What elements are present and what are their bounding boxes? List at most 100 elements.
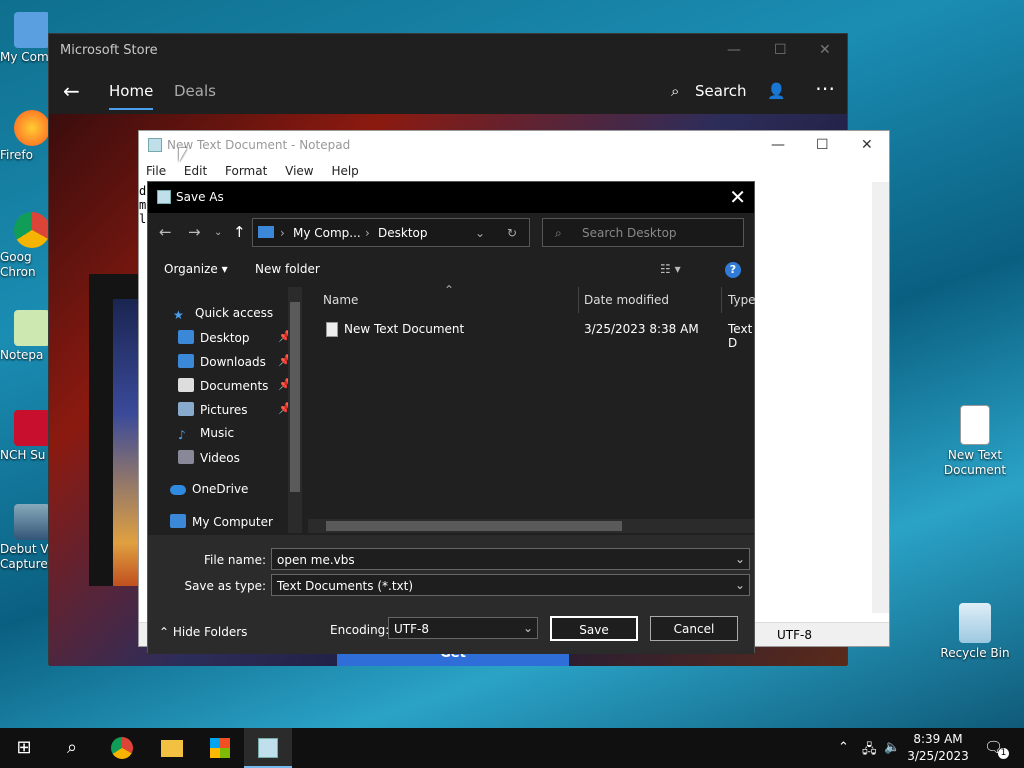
store-nav-bar: ← Home Deals ⌕ Search 👤 ⋯	[49, 68, 847, 114]
file-name: New Text Document	[344, 322, 465, 336]
hide-folders-button[interactable]: ⌃ Hide Folders	[159, 625, 247, 639]
tab-home[interactable]: Home	[109, 82, 154, 110]
store-icon[interactable]	[196, 728, 244, 768]
encoding-label: Encoding:	[330, 623, 390, 637]
videos-icon	[178, 450, 194, 464]
address-bar[interactable]: › My Comp... › Desktop ⌄ ↻	[252, 218, 530, 247]
up-arrow-icon[interactable]: ↑	[233, 223, 246, 241]
menu-view[interactable]: View	[285, 164, 313, 178]
desktop-icon-recycle-bin[interactable]: Recycle Bin	[940, 603, 1010, 660]
chevron-down-icon[interactable]: ⌄	[475, 226, 485, 240]
nav-item-pictures[interactable]: Pictures 📌	[178, 402, 292, 424]
chevron-down-icon[interactable]: ⌄	[523, 621, 533, 635]
organize-button[interactable]: Organize ▾	[164, 262, 228, 276]
organize-label: Organize	[164, 262, 218, 276]
encoding-status: UTF-8	[777, 628, 812, 642]
save-button[interactable]: Save	[550, 616, 638, 641]
maximize-icon[interactable]: ☐	[816, 137, 829, 153]
nav-item-music[interactable]: ♪ Music	[178, 426, 234, 448]
store-search-button[interactable]: Search	[695, 82, 747, 100]
desktop-icon-firefox[interactable]: Firefo	[0, 110, 48, 162]
menu-help[interactable]: Help	[331, 164, 358, 178]
desktop-icon-nch[interactable]: NCH Su	[0, 410, 48, 462]
desktop-icon-notepad[interactable]: Notepa	[0, 310, 48, 362]
start-icon[interactable]: ⊞	[0, 728, 48, 768]
close-icon[interactable]: ✕	[729, 185, 746, 209]
desktop-icon-chrome[interactable]: Goog Chron	[0, 212, 48, 280]
save-as-type-label: Save as type:	[184, 579, 266, 593]
back-arrow-icon[interactable]: ←	[63, 79, 80, 103]
chevron-down-icon[interactable]: ⌄	[735, 578, 745, 592]
horizontal-scroll-thumb[interactable]	[326, 521, 622, 531]
desktop-icon-label: Recycle Bin	[940, 646, 1010, 660]
minimize-icon[interactable]: —	[727, 42, 741, 58]
nav-item-my-computer[interactable]: My Computer	[170, 514, 273, 536]
file-name-value: open me.vbs	[277, 553, 355, 567]
chevron-down-icon[interactable]: ⌄	[735, 552, 745, 566]
breadcrumb-my-computer[interactable]: My Comp...	[293, 226, 361, 240]
tab-deals[interactable]: Deals	[174, 82, 216, 100]
search-input[interactable]: ⌕ Search Desktop	[542, 218, 744, 247]
file-explorer-icon[interactable]	[148, 728, 196, 768]
desktop-icon-debut[interactable]: Debut V Capture	[0, 504, 48, 572]
menu-edit[interactable]: Edit	[184, 164, 207, 178]
maximize-icon[interactable]: ☐	[774, 42, 787, 58]
file-row[interactable]: New Text Document 3/25/2023 8:38 AM Text…	[323, 319, 756, 350]
close-icon[interactable]: ✕	[861, 137, 873, 153]
nav-item-documents[interactable]: Documents 📌	[178, 378, 292, 400]
file-name-input[interactable]: open me.vbs ⌄	[271, 548, 750, 570]
desktop-icon-my-computer[interactable]: My Com	[0, 12, 48, 64]
cancel-button[interactable]: Cancel	[650, 616, 738, 641]
refresh-icon[interactable]: ↻	[507, 226, 517, 240]
nav-pane-scroll-thumb[interactable]	[290, 302, 300, 492]
view-options-icon[interactable]: ☷ ▾	[660, 262, 681, 276]
search-placeholder: Search Desktop	[582, 226, 677, 240]
help-icon[interactable]: ?	[725, 262, 741, 278]
network-icon[interactable]: 🖧	[862, 740, 877, 762]
dialog-title: Save As	[176, 190, 224, 204]
volume-icon[interactable]: 🔈	[884, 740, 900, 755]
minimize-icon[interactable]: —	[771, 137, 785, 153]
nav-item-onedrive[interactable]: OneDrive	[170, 482, 248, 504]
column-divider[interactable]	[721, 287, 722, 313]
menu-file[interactable]: File	[146, 164, 166, 178]
column-header-name[interactable]: Name	[323, 293, 358, 307]
encoding-value: UTF-8	[394, 622, 429, 636]
desktop-icon-label: New Text Document	[943, 448, 1007, 477]
chevron-up-icon[interactable]: ⌃	[838, 740, 849, 755]
recent-locations-icon[interactable]: ⌄	[214, 227, 222, 238]
desktop-icon-label: NCH Su	[0, 448, 46, 462]
file-type: Text D	[728, 322, 753, 350]
close-icon[interactable]: ✕	[819, 42, 831, 58]
nav-item-desktop[interactable]: Desktop 📌	[178, 330, 292, 352]
star-icon: ★	[173, 308, 184, 322]
search-icon[interactable]: ⌕	[671, 82, 679, 100]
save-as-type-select[interactable]: Text Documents (*.txt) ⌄	[271, 574, 750, 596]
back-arrow-icon[interactable]: ←	[159, 223, 172, 241]
column-header-type[interactable]: Type	[728, 293, 756, 307]
forward-arrow-icon[interactable]: →	[188, 223, 201, 241]
dialog-footer: File name: open me.vbs ⌄ Save as type: T…	[148, 535, 754, 654]
notepad-icon[interactable]	[244, 728, 292, 768]
nav-label: Quick access	[195, 306, 274, 320]
encoding-select[interactable]: UTF-8 ⌄	[388, 617, 538, 639]
notepad-vertical-scrollbar[interactable]	[872, 182, 889, 613]
nav-item-videos[interactable]: Videos	[178, 450, 240, 472]
notepad-title: New Text Document - Notepad	[167, 138, 351, 152]
account-icon[interactable]: 👤	[767, 82, 786, 100]
column-header-date-modified[interactable]: Date modified	[584, 293, 669, 307]
nav-item-quick-access[interactable]: ★ Quick access	[173, 306, 273, 328]
breadcrumb-desktop[interactable]: Desktop	[378, 226, 428, 240]
breadcrumb-separator: ›	[365, 226, 370, 240]
column-divider[interactable]	[578, 287, 579, 313]
new-folder-button[interactable]: New folder	[255, 262, 320, 276]
menu-format[interactable]: Format	[225, 164, 267, 178]
search-icon[interactable]: ⌕	[48, 728, 96, 768]
computer-icon	[170, 514, 186, 528]
file-list-horizontal-scrollbar[interactable]	[308, 519, 754, 533]
chrome-icon[interactable]	[98, 728, 146, 768]
desktop-icon-new-text-document[interactable]: New Text Document	[940, 405, 1010, 478]
system-clock[interactable]: 8:39 AM 3/25/2023	[900, 731, 976, 765]
more-icon[interactable]: ⋯	[815, 76, 835, 100]
nav-item-downloads[interactable]: Downloads 📌	[178, 354, 292, 376]
